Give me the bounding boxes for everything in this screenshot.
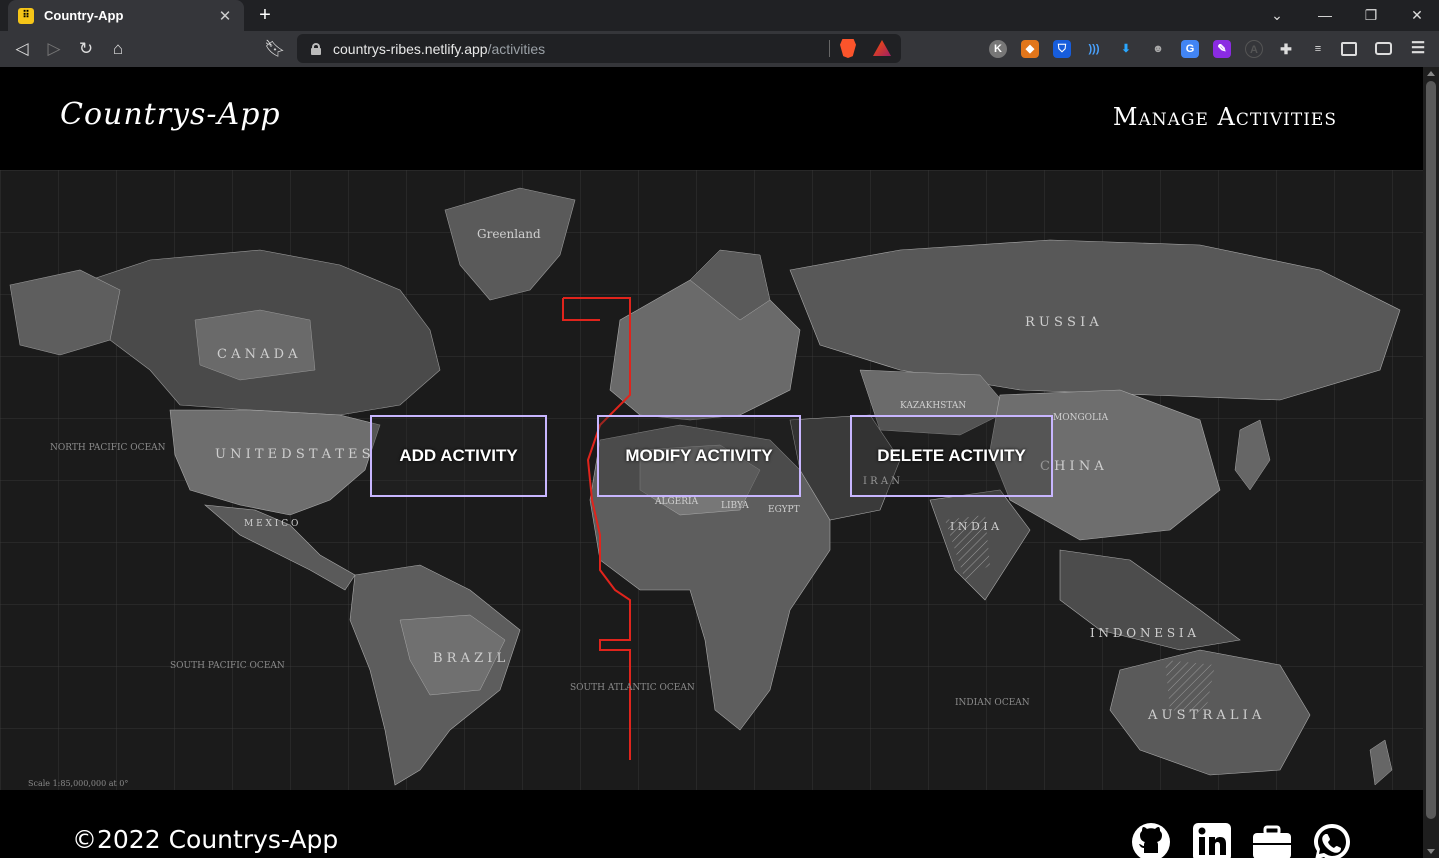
map-label-india: I N D I A — [950, 520, 1000, 533]
scroll-up-arrow-icon[interactable] — [1427, 71, 1435, 76]
map-label-indian-ocean: INDIAN OCEAN — [955, 698, 1030, 708]
map-scale-note: Scale 1:85,000,000 at 0° — [28, 779, 128, 788]
tab-search-icon[interactable]: ⌄ — [1254, 0, 1300, 31]
whatsapp-icon[interactable] — [1312, 822, 1352, 858]
browser-toolbar: ◁ ▷ ↻ ⌂ 🔖︎ countrys-ribes.netlify.app/ac… — [0, 31, 1439, 67]
page-scrollbar[interactable] — [1423, 67, 1439, 858]
briefcase-icon[interactable] — [1252, 822, 1292, 858]
manage-activities-link[interactable]: Manage Activities — [1113, 103, 1337, 131]
map-label-greenland: Greenland — [477, 227, 541, 241]
close-window-button[interactable]: ✕ — [1394, 0, 1439, 31]
map-label-brazil: B R A Z I L — [433, 651, 506, 666]
bookmark-icon[interactable]: 🔖︎ — [263, 37, 287, 61]
bitwarden-icon[interactable]: ⛉ — [1053, 40, 1071, 58]
map-label-south-atlantic: SOUTH ATLANTIC OCEAN — [570, 683, 695, 693]
media-playlist-icon[interactable]: ≡ — [1309, 40, 1327, 58]
map-label-egypt: EGYPT — [768, 505, 800, 515]
scroll-down-arrow-icon[interactable] — [1427, 849, 1435, 854]
brave-rewards-icon[interactable] — [873, 40, 891, 56]
browser-tab-strip: ⠿ Country-App ✕ + ⌄ — ❐ ✕ — [0, 0, 1439, 31]
map-label-algeria: ALGERIA — [654, 497, 699, 507]
site-footer: ©2022 Countrys-App — [0, 790, 1423, 858]
map-label-russia: R U S S I A — [1025, 315, 1099, 330]
brave-shields-icon[interactable] — [840, 39, 856, 58]
tab-title: Country-App — [44, 8, 124, 23]
map-label-mongolia: MONGOLIA — [1053, 413, 1109, 423]
map-label-australia: A U S T R A L I A — [1147, 708, 1262, 723]
map-label-south-pacific: SOUTH PACIFIC OCEAN — [170, 661, 285, 671]
site-favicon-icon: ⠿ — [18, 7, 34, 24]
brand-logo[interactable]: Countrys-App — [60, 97, 281, 132]
modify-activity-button[interactable]: MODIFY ACTIVITY — [597, 415, 801, 497]
map-label-libya: LIBYA — [721, 501, 749, 511]
extension-k-icon[interactable]: K — [989, 40, 1007, 58]
map-label-usa: U N I T E D S T A T E S — [215, 447, 371, 462]
extension-a-icon[interactable]: A — [1245, 40, 1263, 58]
map-label-canada: C A N A D A — [217, 347, 298, 362]
menu-icon[interactable]: ☰ — [1409, 40, 1427, 58]
scroll-thumb[interactable] — [1426, 81, 1436, 819]
delete-activity-button[interactable]: DELETE ACTIVITY — [850, 415, 1053, 497]
lock-icon — [311, 42, 321, 55]
new-tab-button[interactable]: + — [252, 4, 278, 26]
download-icon[interactable]: ⬇ — [1117, 40, 1135, 58]
site-header: Countrys-App Manage Activities — [0, 67, 1423, 170]
extensions-puzzle-icon[interactable]: ✚ — [1277, 40, 1295, 58]
url-host: countrys-ribes.netlify.app — [333, 40, 488, 57]
reload-button[interactable]: ↻ — [74, 37, 98, 61]
forward-button[interactable]: ▷ — [42, 37, 66, 61]
read-aloud-icon[interactable]: ))) — [1085, 40, 1103, 58]
wallet-icon[interactable] — [1375, 42, 1392, 55]
map-label-north-pacific: NORTH PACIFIC OCEAN — [50, 443, 166, 453]
page-viewport: Countrys-App Manage Activities C A N A D… — [0, 67, 1423, 858]
omnibox-divider — [829, 40, 830, 57]
map-label-indonesia: I N D O N E S I A — [1090, 626, 1196, 640]
sidebar-icon[interactable] — [1341, 42, 1357, 56]
map-label-kazakhstan: KAZAKHSTAN — [900, 401, 966, 411]
restore-button[interactable]: ❐ — [1348, 0, 1394, 31]
translate-icon[interactable]: G — [1181, 40, 1199, 58]
minimize-button[interactable]: — — [1302, 0, 1348, 31]
linkedin-icon[interactable] — [1192, 822, 1232, 858]
url-path: /activities — [487, 40, 546, 57]
home-button[interactable]: ⌂ — [106, 37, 130, 61]
color-picker-icon[interactable]: ✎ — [1213, 40, 1231, 58]
address-bar[interactable]: countrys-ribes.netlify.app/activities — [297, 34, 901, 63]
back-button[interactable]: ◁ — [10, 37, 34, 61]
github-icon[interactable] — [1131, 822, 1171, 858]
world-map-background: C A N A D A U N I T E D S T A T E S Gree… — [0, 170, 1423, 790]
metamask-icon[interactable]: ◆ — [1021, 40, 1039, 58]
cat-extension-icon[interactable]: ☻ — [1149, 40, 1167, 58]
map-label-mexico: M E X I C O — [244, 519, 298, 529]
close-tab-icon[interactable]: ✕ — [216, 7, 234, 25]
add-activity-button[interactable]: ADD ACTIVITY — [370, 415, 547, 497]
browser-tab[interactable]: ⠿ Country-App ✕ — [8, 0, 244, 31]
copyright-text: ©2022 Countrys-App — [72, 825, 339, 854]
